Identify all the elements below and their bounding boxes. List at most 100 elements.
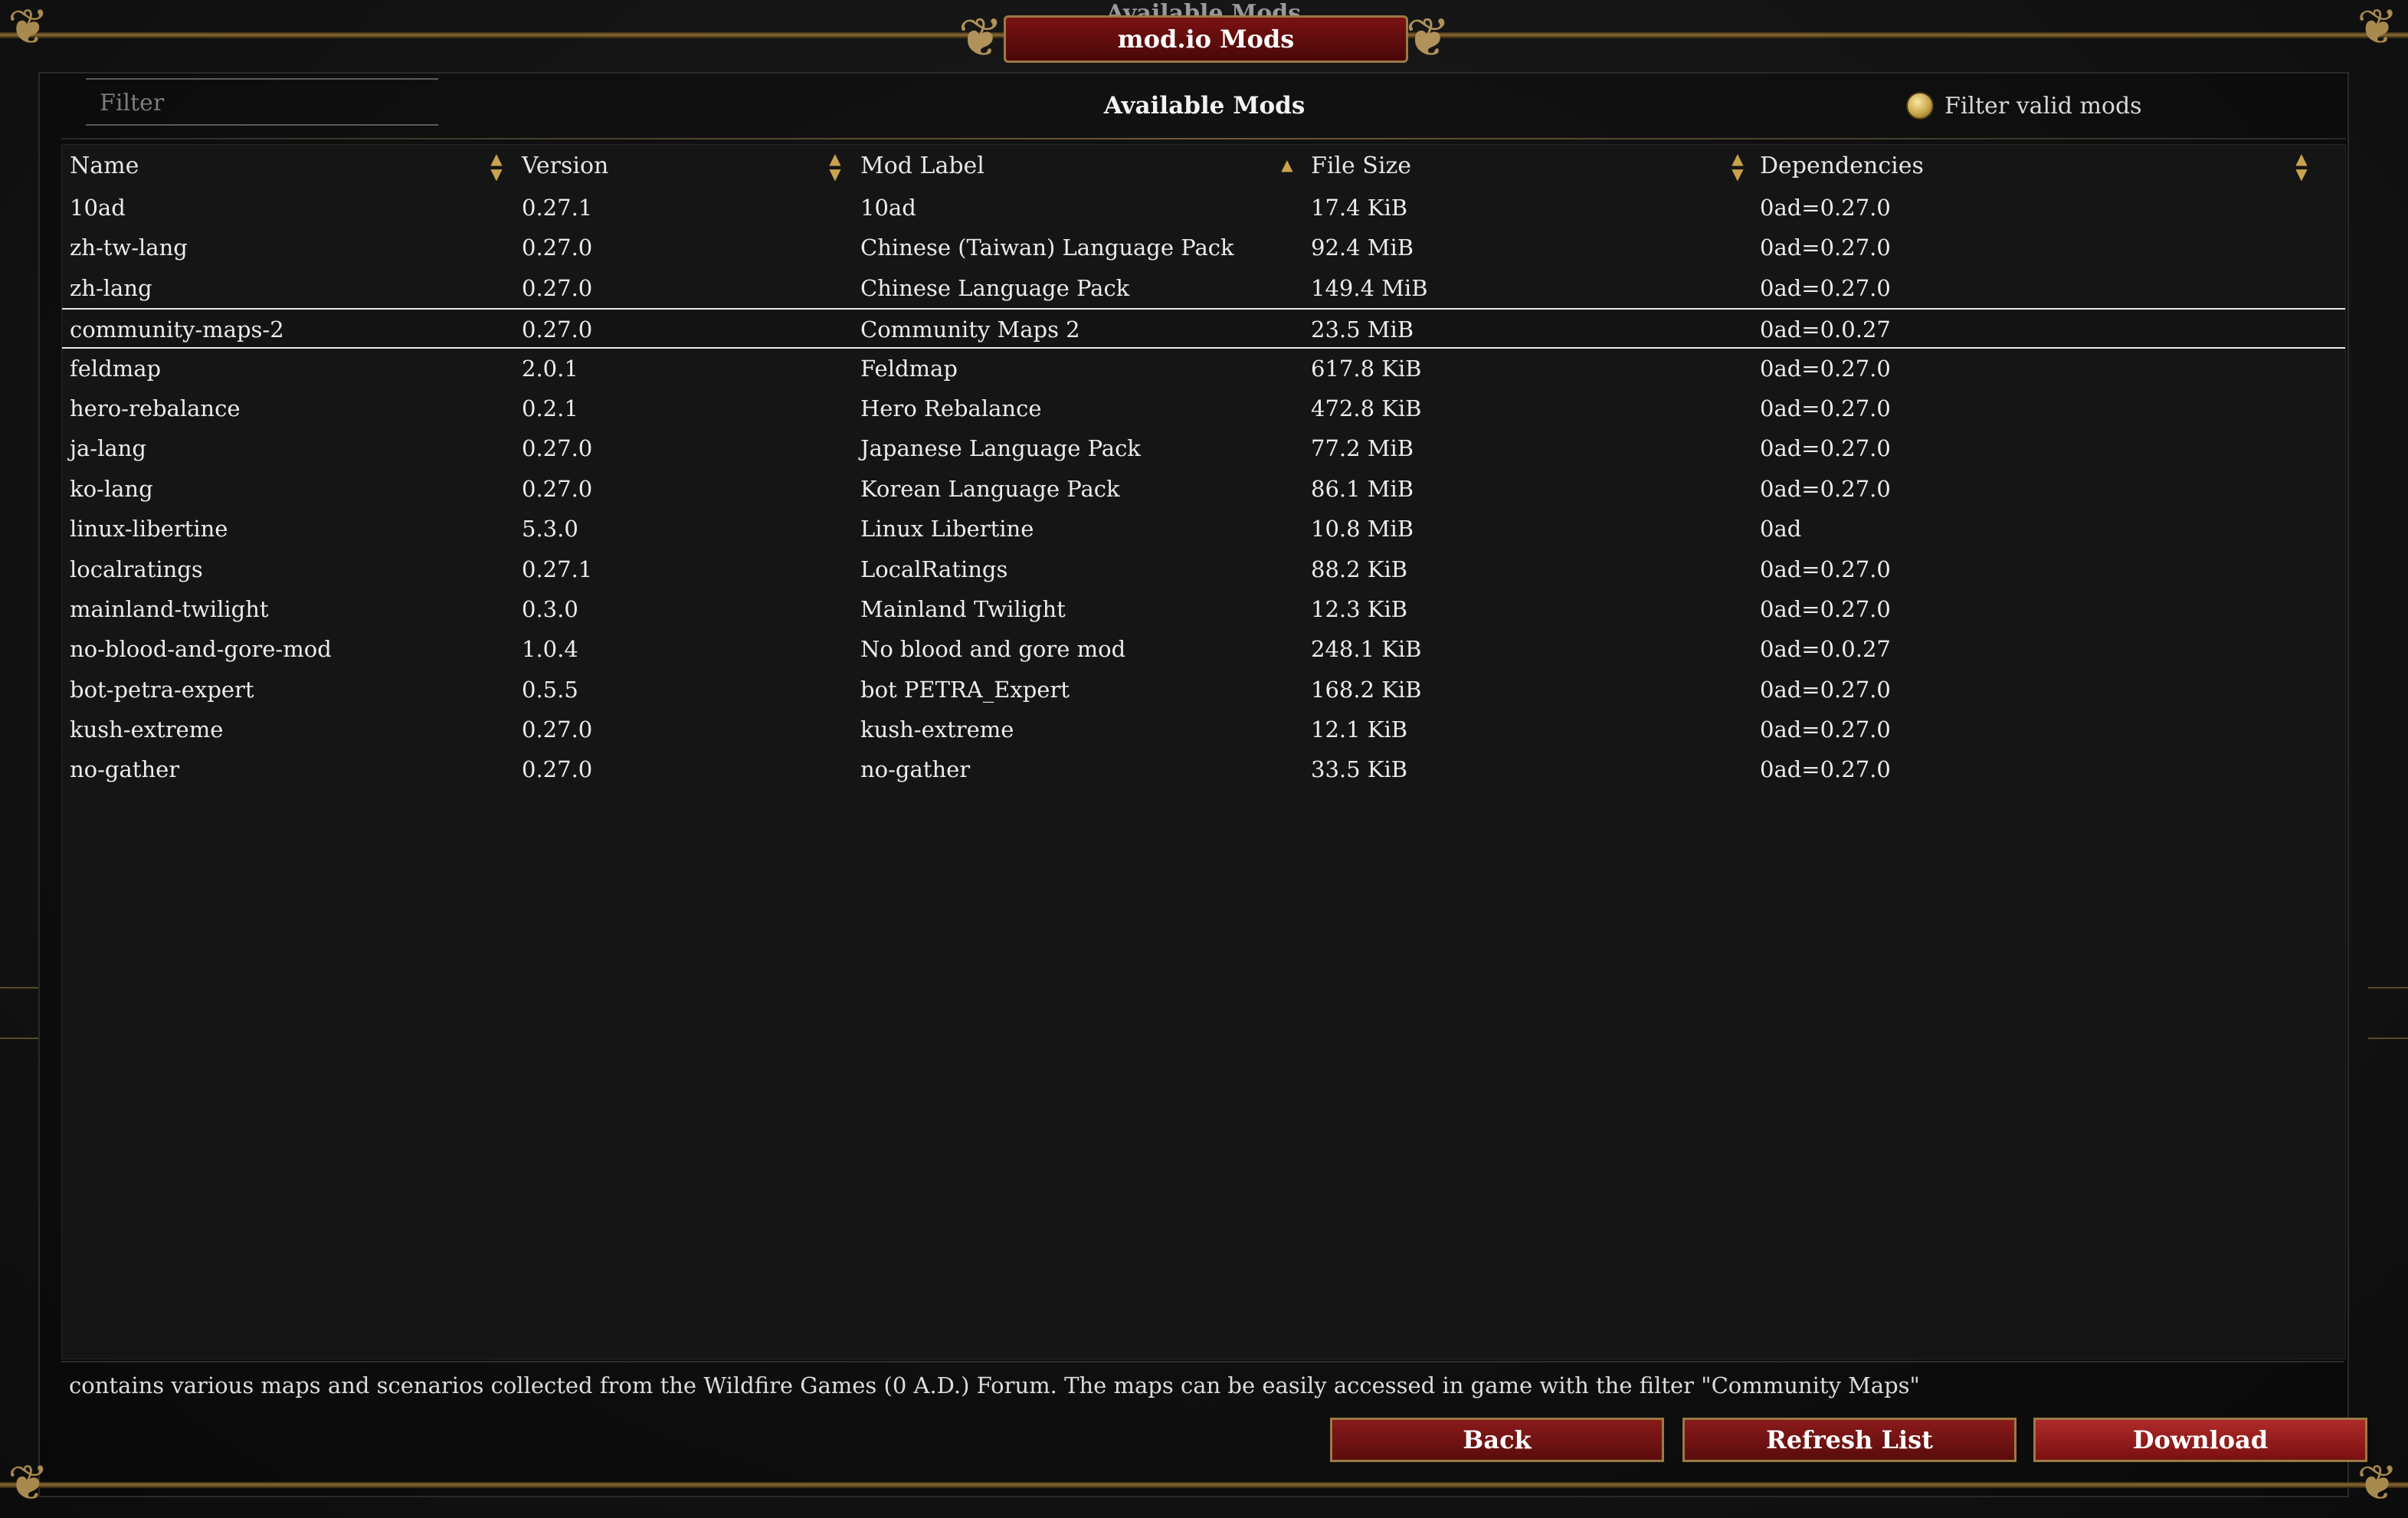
refresh-list-button[interactable]: Refresh List: [1682, 1418, 2016, 1462]
cell-dependencies: 0ad: [1760, 516, 1802, 543]
sort-asc-icon[interactable]: ▲: [1279, 157, 1296, 188]
sort-updown-icon[interactable]: ▲ ▼: [2293, 151, 2310, 182]
back-button[interactable]: Back: [1330, 1418, 1664, 1462]
sort-updown-icon[interactable]: ▲ ▼: [827, 151, 844, 182]
side-marker: [0, 987, 40, 989]
cell-version: 0.2.1: [522, 395, 578, 421]
cell-file-size: 86.1 MiB: [1311, 475, 1414, 502]
cell-version: 0.27.0: [522, 274, 593, 301]
cell-mod-label: Community Maps 2: [860, 316, 1080, 343]
table-row[interactable]: community-maps-2 0.27.0 Community Maps 2 23…: [62, 308, 2345, 349]
cell-dependencies: 0ad=0.27.0: [1760, 274, 1891, 301]
cell-name: mainland-twilight: [70, 595, 269, 622]
cell-dependencies: 0ad=0.27.0: [1760, 716, 1891, 743]
cell-mod-label: Linux Libertine: [860, 516, 1034, 543]
cell-dependencies: 0ad=0.27.0: [1760, 355, 1891, 382]
corner-ornament-icon: ❦: [8, 1455, 49, 1512]
table-row[interactable]: mainland-twilight 0.3.0 Mainland Twilight 1…: [62, 589, 2345, 629]
cell-name: 10ad: [70, 195, 126, 221]
cell-version: 0.27.0: [522, 756, 593, 783]
corner-ornament-icon: ❦: [8, 0, 49, 56]
sort-updown-icon[interactable]: ▲ ▼: [488, 151, 505, 182]
bottom-frame-bar: [0, 1482, 2408, 1488]
table-row[interactable]: bot-petra-expert 0.5.5 bot PETRA_Expert 168…: [62, 670, 2345, 710]
cell-file-size: 23.5 MiB: [1311, 316, 1414, 343]
cell-name: linux-libertine: [70, 516, 228, 543]
cell-file-size: 10.8 MiB: [1311, 516, 1414, 543]
table-row[interactable]: kush-extreme 0.27.0 kush-extreme 12.1 KiB 0a…: [62, 710, 2345, 749]
table-row[interactable]: ja-lang 0.27.0 Japanese Language Pack 77.2 …: [62, 428, 2345, 468]
download-button[interactable]: Download: [2033, 1418, 2367, 1462]
cell-name: zh-tw-lang: [70, 234, 188, 261]
table-row[interactable]: ko-lang 0.27.0 Korean Language Pack 86.1 Mi…: [62, 469, 2345, 509]
cell-file-size: 33.5 KiB: [1311, 756, 1408, 783]
table-row[interactable]: localratings 0.27.1 LocalRatings 88.2 KiB 0a…: [62, 549, 2345, 589]
cell-mod-label: 10ad: [860, 195, 916, 221]
cell-name: ja-lang: [70, 435, 146, 462]
column-header-dependencies[interactable]: Dependencies: [1760, 145, 2174, 188]
cell-name: feldmap: [70, 355, 162, 382]
cell-file-size: 617.8 KiB: [1311, 355, 1422, 382]
side-marker: [2368, 1038, 2408, 1039]
cell-dependencies: 0ad=0.27.0: [1760, 435, 1891, 462]
filter-valid-label: Filter valid mods: [1944, 92, 2142, 120]
table-row[interactable]: no-blood-and-gore-mod 1.0.4 No blood and g…: [62, 629, 2345, 669]
cell-file-size: 149.4 MiB: [1311, 274, 1428, 301]
mod-description: contains various maps and scenarios coll…: [61, 1361, 2344, 1407]
table-row[interactable]: zh-lang 0.27.0 Chinese Language Pack 149.4 …: [62, 268, 2345, 308]
cell-mod-label: Feldmap: [860, 355, 958, 382]
cell-dependencies: 0ad=0.27.0: [1760, 234, 1891, 261]
table-row[interactable]: hero-rebalance 0.2.1 Hero Rebalance 472.8 K…: [62, 389, 2345, 428]
table-row[interactable]: feldmap 2.0.1 Feldmap 617.8 KiB 0ad=0.27.0: [62, 349, 2345, 389]
filter-input[interactable]: [100, 80, 438, 127]
cell-mod-label: Chinese Language Pack: [860, 274, 1130, 301]
cell-dependencies: 0ad=0.0.27: [1760, 636, 1891, 663]
cell-dependencies: 0ad=0.0.27: [1760, 316, 1891, 343]
side-marker: [0, 1038, 40, 1039]
column-header-version[interactable]: Version: [522, 145, 828, 188]
cell-version: 0.27.0: [522, 435, 593, 462]
cell-mod-label: No blood and gore mod: [860, 636, 1126, 663]
corner-ornament-icon: ❦: [2357, 1455, 2398, 1512]
cell-name: no-blood-and-gore-mod: [70, 636, 332, 663]
cell-mod-label: LocalRatings: [860, 556, 1008, 582]
cell-name: community-maps-2: [70, 316, 284, 343]
cell-mod-label: Japanese Language Pack: [860, 435, 1141, 462]
cell-dependencies: 0ad=0.27.0: [1760, 595, 1891, 622]
table-row[interactable]: zh-tw-lang 0.27.0 Chinese (Taiwan) Languag…: [62, 228, 2345, 267]
cell-file-size: 88.2 KiB: [1311, 556, 1408, 582]
table-header: Name ▲ ▼ Version ▲ ▼ Mod Label ▲ File Size…: [62, 145, 2345, 188]
cell-file-size: 77.2 MiB: [1311, 435, 1414, 462]
column-header-name[interactable]: Name: [70, 145, 483, 188]
cell-file-size: 12.1 KiB: [1311, 716, 1408, 743]
table-row[interactable]: no-gather 0.27.0 no-gather 33.5 KiB 0ad=0.27…: [62, 749, 2345, 789]
cell-dependencies: 0ad=0.27.0: [1760, 556, 1891, 582]
cell-mod-label: kush-extreme: [860, 716, 1014, 743]
cell-version: 1.0.4: [522, 636, 578, 663]
cell-name: zh-lang: [70, 274, 152, 301]
fleur-ornament-icon: ❦: [958, 6, 1004, 69]
window-title: mod.io Mods: [1004, 15, 1408, 63]
cell-dependencies: 0ad=0.27.0: [1760, 395, 1891, 421]
cell-dependencies: 0ad=0.27.0: [1760, 756, 1891, 783]
cell-file-size: 472.8 KiB: [1311, 395, 1422, 421]
cell-version: 0.27.0: [522, 316, 593, 343]
radio-checked-icon[interactable]: [1906, 92, 1934, 120]
column-header-file-size[interactable]: File Size: [1311, 145, 1725, 188]
table-row[interactable]: linux-libertine 5.3.0 Linux Libertine 10.8 …: [62, 509, 2345, 549]
cell-mod-label: no-gather: [860, 756, 971, 783]
cell-version: 0.27.0: [522, 716, 593, 743]
cell-version: 2.0.1: [522, 355, 578, 382]
filter-valid-toggle[interactable]: Filter valid mods: [1906, 89, 2142, 123]
cell-version: 0.27.1: [522, 556, 593, 582]
cell-mod-label: Hero Rebalance: [860, 395, 1042, 421]
column-header-mod-label[interactable]: Mod Label: [860, 145, 1274, 188]
cell-dependencies: 0ad=0.27.0: [1760, 475, 1891, 502]
side-marker: [2368, 987, 2408, 989]
table-row[interactable]: 10ad 0.27.1 10ad 17.4 KiB 0ad=0.27.0: [62, 188, 2345, 228]
filter-field[interactable]: [86, 78, 438, 127]
mods-table: Name ▲ ▼ Version ▲ ▼ Mod Label ▲ File Size…: [61, 144, 2346, 1359]
cell-name: no-gather: [70, 756, 180, 783]
sort-updown-icon[interactable]: ▲ ▼: [1729, 151, 1746, 182]
cell-mod-label: bot PETRA_Expert: [860, 676, 1070, 703]
